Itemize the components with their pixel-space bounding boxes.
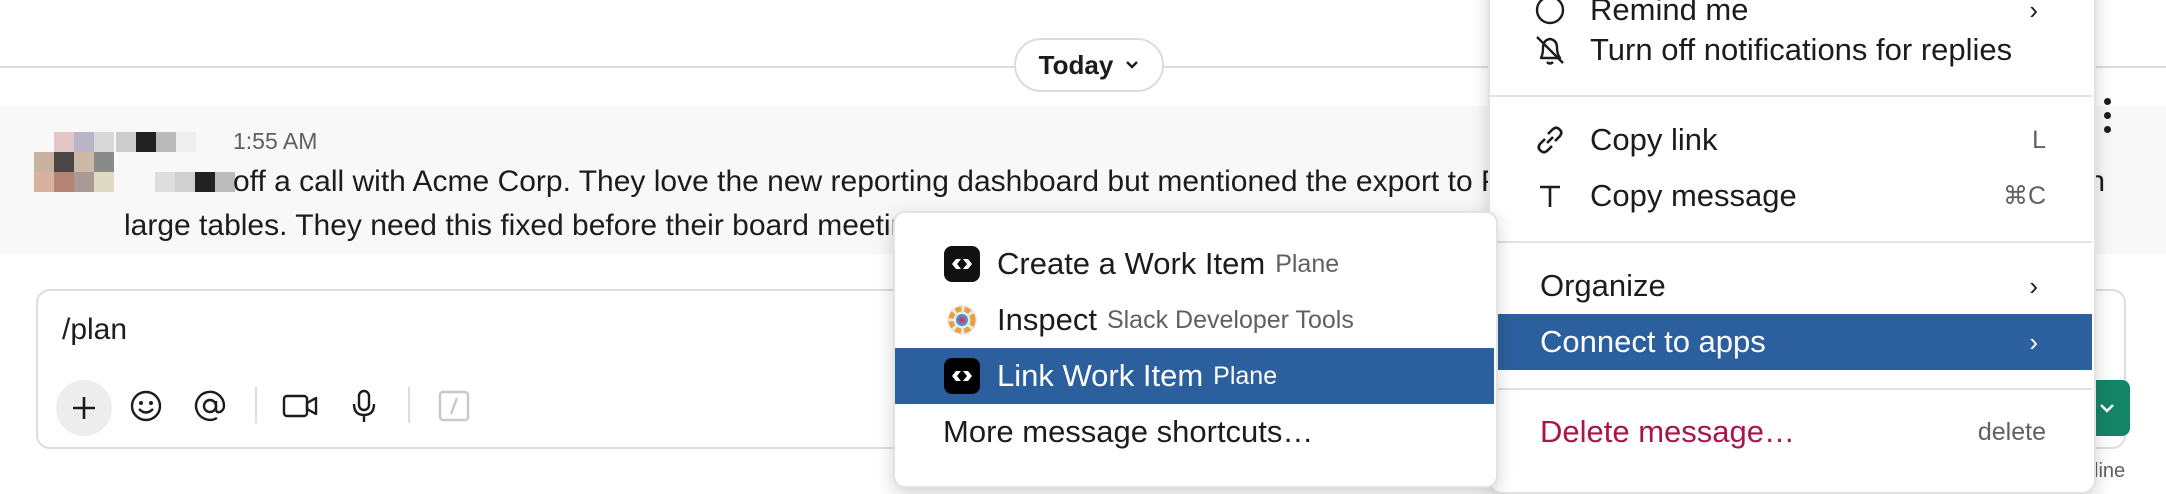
menu-item-connect-to-apps[interactable]: Connect to apps › <box>1490 314 2092 370</box>
audio-clip-button[interactable] <box>340 382 388 430</box>
connect-to-apps-submenu: Create a Work Item Plane Inspect Slack D… <box>893 211 1498 488</box>
menu-item-delete-message[interactable]: Delete message… delete <box>1490 404 2092 460</box>
slack-developer-tools-icon <box>943 301 981 339</box>
submenu-item-label: Create a Work Item <box>997 246 1266 281</box>
chevron-down-icon <box>2100 404 2114 413</box>
plane-app-icon <box>943 357 981 395</box>
menu-item-turn-off-notifications[interactable]: Turn off notifications for replies <box>1490 22 2092 78</box>
menu-item-label: Delete message… <box>1540 414 1796 449</box>
toolbar-divider <box>255 387 257 423</box>
menu-item-organize[interactable]: Organize › <box>1490 258 2092 314</box>
message-actions-menu: Remind me › Turn off notifications for r… <box>1488 0 2096 494</box>
date-divider-button[interactable]: Today <box>1014 38 1164 92</box>
menu-separator <box>1490 388 2092 390</box>
microphone-icon <box>352 389 376 422</box>
plus-icon <box>73 397 95 419</box>
menu-item-shortcut: L <box>2032 125 2046 154</box>
chevron-right-icon: › <box>2029 270 2038 301</box>
sender-name[interactable] <box>112 132 232 154</box>
submenu-item-label: Inspect <box>997 302 1097 337</box>
composer-input[interactable]: /plan <box>62 313 127 347</box>
submenu-item-link-work-item[interactable]: Link Work Item Plane <box>895 348 1494 404</box>
menu-separator <box>1490 95 2092 97</box>
more-dots-icon <box>2103 97 2111 105</box>
add-attachment-button[interactable] <box>56 380 112 436</box>
submenu-item-create-work-item[interactable]: Create a Work Item Plane <box>895 236 1494 292</box>
submenu-item-app-name: Plane <box>1213 361 1278 390</box>
bell-off-icon <box>1530 30 1570 70</box>
link-icon <box>1530 120 1570 160</box>
menu-item-copy-link[interactable]: Copy link L <box>1490 112 2092 168</box>
submenu-item-more-message-shortcuts[interactable]: More message shortcuts… <box>895 404 1494 460</box>
shortcuts-button[interactable] <box>430 382 478 430</box>
message-text-line-1: off a call with Acme Corp. They love the… <box>233 165 1501 198</box>
chevron-right-icon: › <box>2029 326 2038 357</box>
menu-item-label: Copy link <box>1590 122 1718 157</box>
plane-app-icon <box>943 245 981 283</box>
menu-item-label: Connect to apps <box>1540 324 1766 359</box>
chevron-down-icon <box>1125 57 1139 75</box>
message-timestamp[interactable]: 1:55 AM <box>233 128 317 155</box>
at-sign-icon <box>194 390 226 422</box>
toolbar-divider <box>408 387 410 423</box>
sender-name-continued <box>155 172 235 194</box>
newline-hint: line <box>2094 460 2126 482</box>
menu-item-shortcut: ⌘C <box>2002 182 2046 210</box>
submenu-item-label: Link Work Item <box>997 358 1204 393</box>
text-icon <box>1530 176 1570 216</box>
submenu-item-app-name: Slack Developer Tools <box>1106 305 1354 334</box>
menu-item-label: Organize <box>1540 268 1666 303</box>
avatar[interactable] <box>34 132 116 194</box>
video-camera-icon <box>282 394 318 418</box>
emoji-button[interactable] <box>122 382 170 430</box>
menu-separator <box>1490 241 2092 243</box>
submenu-item-app-name: Plane <box>1275 249 1340 278</box>
submenu-item-inspect[interactable]: Inspect Slack Developer Tools <box>895 292 1494 348</box>
video-clip-button[interactable] <box>276 382 324 430</box>
menu-item-shortcut: delete <box>1977 417 2046 446</box>
mention-button[interactable] <box>186 382 234 430</box>
date-divider-label: Today <box>1038 49 1114 80</box>
submenu-item-label: More message shortcuts… <box>943 414 1314 449</box>
smile-icon <box>130 390 162 422</box>
slash-command-icon <box>438 390 470 422</box>
menu-item-label: Turn off notifications for replies <box>1590 32 2013 67</box>
menu-item-label: Copy message <box>1590 178 1797 213</box>
menu-item-copy-message[interactable]: Copy message ⌘C <box>1490 168 2092 224</box>
message-text-line-2: large tables. They need this fixed befor… <box>124 209 908 242</box>
